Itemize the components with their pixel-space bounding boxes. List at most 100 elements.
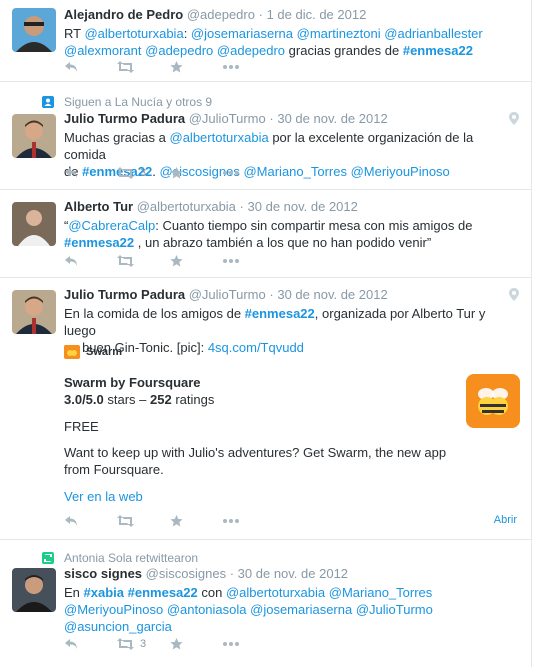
card-ratings-count: 252 (150, 392, 172, 407)
card-web-link[interactable]: Ver en la web (64, 488, 143, 505)
card-brand: Swarm (64, 344, 122, 360)
swarm-app-icon[interactable] (466, 374, 520, 428)
open-card-link[interactable]: Abrir (494, 514, 517, 526)
tweet-username[interactable]: @JulioTurmo (189, 111, 266, 126)
favorite-button[interactable] (170, 255, 223, 267)
more-icon (223, 642, 239, 646)
tweet-text: En #xabia #enmesa22 con @albertoturxabia… (64, 584, 517, 635)
tweet-context[interactable]: Antonia Sola retwittearon (64, 550, 198, 566)
mention-link[interactable]: @albertoturxabia (170, 130, 269, 145)
reply-icon (64, 255, 78, 267)
tweet-username[interactable]: @adepedro (187, 7, 255, 22)
mention-link[interactable]: @Mariano_Torres (329, 585, 433, 600)
tweet[interactable]: Antonia Sola retwittearon sisco signes @… (0, 540, 531, 667)
avatar[interactable] (12, 568, 56, 612)
tweet-text-line: En la comida de los amigos de #enmesa22,… (64, 306, 486, 338)
tweet-time[interactable]: 30 de nov. de 2012 (277, 111, 387, 126)
card-ratings-suffix: ratings (171, 392, 215, 407)
mention-link[interactable]: @adrianballester (384, 26, 482, 41)
favorite-button[interactable] (170, 638, 223, 650)
mention-link[interactable]: @CabreraCalp (68, 218, 155, 233)
tweet-text-line: “@CabreraCalp: Cuanto tiempo sin compart… (64, 218, 473, 233)
mention-link[interactable]: @adepedro (145, 43, 213, 58)
retweet-icon (117, 255, 134, 267)
hashtag-link[interactable]: #enmesa22 (245, 306, 315, 321)
more-button[interactable] (223, 259, 276, 263)
tweet-username[interactable]: @siscosignes (146, 566, 226, 581)
tweet-context[interactable]: Siguen a La Nucía y otros 9 (64, 94, 212, 110)
tweet-time[interactable]: 30 de nov. de 2012 (238, 566, 348, 581)
more-button[interactable] (223, 171, 276, 175)
hashtag-link[interactable]: #enmesa22 (403, 43, 473, 58)
tweet[interactable]: Alberto Tur @albertoturxabia · 30 de nov… (0, 190, 531, 278)
tweet-fullname[interactable]: Julio Turmo Padura (64, 111, 185, 126)
mention-link[interactable]: @alexmorant (64, 43, 142, 58)
more-icon (223, 171, 239, 175)
retweet-icon (117, 515, 134, 527)
mention-link[interactable]: @adepedro (217, 43, 285, 58)
tweet[interactable]: Alejandro de Pedro @adepedro · 1 de dic.… (0, 0, 531, 82)
mention-link[interactable]: @josemariaserna (191, 26, 293, 41)
reply-button[interactable] (64, 167, 117, 179)
tweet-time[interactable]: 30 de nov. de 2012 (248, 199, 358, 214)
card-price: FREE (64, 419, 99, 434)
reply-button[interactable] (64, 638, 117, 650)
retweet-button[interactable]: 3 (117, 167, 170, 179)
retweet-button[interactable] (117, 515, 170, 527)
retweet-button[interactable]: 3 (117, 638, 170, 650)
tweet-actions: 3 (64, 634, 276, 654)
reply-button[interactable] (64, 515, 117, 527)
more-button[interactable] (223, 642, 276, 646)
avatar[interactable] (12, 202, 56, 246)
favorite-button[interactable] (170, 61, 223, 73)
tweet-fullname[interactable]: sisco signes (64, 566, 142, 581)
retweet-button[interactable] (117, 255, 170, 267)
mention-link[interactable]: @josemariaserna (250, 602, 352, 617)
reply-button[interactable] (64, 61, 117, 73)
mention-link[interactable]: @albertoturxabia (84, 26, 183, 41)
avatar[interactable] (12, 114, 56, 158)
card-brand-name: Swarm (86, 346, 123, 358)
avatar[interactable] (12, 290, 56, 334)
reply-button[interactable] (64, 255, 117, 267)
mention-link[interactable]: @antoniasola (167, 602, 247, 617)
hashtag-link[interactable]: #enmesa22 (128, 585, 198, 600)
tweet-text: RT @albertoturxabia: @josemariaserna @ma… (64, 25, 517, 59)
person-icon (42, 96, 54, 108)
mention-link[interactable]: @JulioTurmo (356, 602, 433, 617)
tweet[interactable]: Julio Turmo Padura @JulioTurmo · 30 de n… (0, 278, 531, 540)
retweet-button[interactable] (117, 61, 170, 73)
retweet-count: 3 (140, 638, 147, 650)
mention-link[interactable]: @MeriyouPinoso (351, 164, 450, 179)
tweet-username[interactable]: @albertoturxabia (137, 199, 236, 214)
favorite-button[interactable] (170, 515, 223, 527)
tweet-time[interactable]: 1 de dic. de 2012 (267, 7, 367, 22)
retweet-icon (117, 167, 134, 179)
mention-link[interactable]: @asuncion_garcia (64, 619, 172, 634)
mention-link[interactable]: @MeriyouPinoso (64, 602, 163, 617)
tweet-time[interactable]: 30 de nov. de 2012 (277, 287, 387, 302)
more-button[interactable] (223, 65, 276, 69)
tweet[interactable]: Siguen a La Nucía y otros 9 Julio Turmo … (0, 82, 531, 190)
favorite-icon (170, 61, 183, 73)
avatar[interactable] (12, 8, 56, 52)
hashtag-link[interactable]: #enmesa22 (64, 235, 134, 250)
favorite-icon (170, 167, 183, 179)
hashtag-link[interactable]: #xabia (84, 585, 124, 600)
tweet-text-line: #enmesa22 , un abrazo también a los que … (64, 235, 432, 250)
mention-link[interactable]: @martineztoni (297, 26, 381, 41)
app-card[interactable]: Swarm Swarm by Foursquare 3.0/5.0 stars … (64, 344, 520, 514)
tweet-fullname[interactable]: Alberto Tur (64, 199, 133, 214)
tweet-text-line: En #xabia #enmesa22 con @albertoturxabia… (64, 585, 433, 600)
tweet-fullname[interactable]: Julio Turmo Padura (64, 287, 185, 302)
favorite-button[interactable] (170, 167, 223, 179)
card-rating-value: 3.0/5.0 (64, 392, 104, 407)
tweet-fullname[interactable]: Alejandro de Pedro (64, 7, 183, 22)
favorite-icon (170, 515, 183, 527)
card-title[interactable]: Swarm by Foursquare (64, 374, 201, 391)
mention-link[interactable]: @albertoturxabia (226, 585, 325, 600)
more-button[interactable] (223, 519, 276, 523)
separator: · (229, 566, 235, 581)
tweet-username[interactable]: @JulioTurmo (189, 287, 266, 302)
retweet-icon (117, 638, 134, 650)
